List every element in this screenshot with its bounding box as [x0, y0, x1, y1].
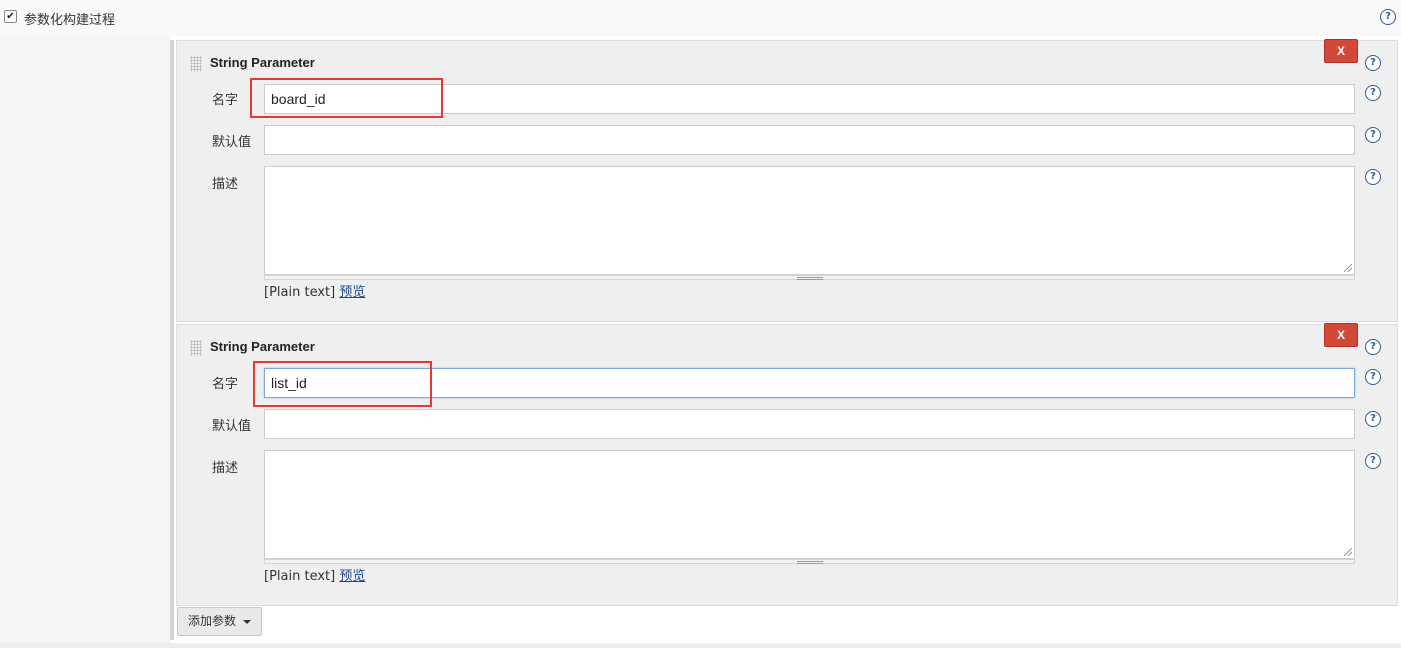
default-value-label: 默认值 — [212, 419, 252, 434]
parameterized-build-label: 参数化构建过程 — [24, 13, 116, 28]
help-icon[interactable]: ? — [1365, 85, 1381, 101]
preview-link[interactable]: 预览 — [339, 285, 365, 300]
resize-grip-icon[interactable] — [1344, 264, 1352, 272]
resize-grip-icon[interactable] — [1344, 548, 1352, 556]
section-divider — [170, 40, 174, 640]
delete-parameter-button[interactable]: X — [1324, 323, 1358, 347]
plain-text-label: [Plain text] — [264, 569, 336, 584]
description-textarea[interactable] — [264, 166, 1355, 275]
help-icon[interactable]: ? — [1365, 339, 1381, 355]
parameterized-build-checkbox[interactable]: ✔ — [4, 10, 17, 23]
default-value-label: 默认值 — [212, 135, 252, 150]
help-icon[interactable]: ? — [1365, 55, 1381, 71]
plain-text-label: [Plain text] — [264, 285, 336, 300]
caret-down-icon — [243, 620, 251, 624]
help-icon[interactable]: ? — [1365, 411, 1381, 427]
default-value-input[interactable] — [264, 125, 1355, 155]
description-label: 描述 — [212, 177, 239, 192]
help-icon[interactable]: ? — [1365, 453, 1381, 469]
drag-handle-icon[interactable] — [190, 56, 202, 72]
drag-handle-icon[interactable] — [190, 340, 202, 356]
help-icon[interactable]: ? — [1380, 9, 1396, 25]
add-parameter-label: 添加参数 — [188, 614, 237, 628]
help-icon[interactable]: ? — [1365, 127, 1381, 143]
parameter-type-title: String Parameter — [210, 339, 315, 354]
markup-format-note: [Plain text] 预览 — [264, 565, 365, 584]
markup-format-note: [Plain text] 预览 — [264, 281, 365, 300]
name-label: 名字 — [212, 377, 239, 392]
add-parameter-button[interactable]: 添加参数 — [177, 607, 262, 636]
textarea-resize-bar[interactable] — [264, 559, 1355, 564]
preview-link[interactable]: 预览 — [339, 569, 365, 584]
page-bottom-edge — [0, 643, 1401, 648]
textarea-resize-bar[interactable] — [264, 275, 1355, 280]
description-label: 描述 — [212, 461, 239, 476]
parameter-type-title: String Parameter — [210, 55, 315, 70]
highlight-annotation — [250, 78, 443, 118]
delete-parameter-button[interactable]: X — [1324, 39, 1358, 63]
left-indent-area — [0, 36, 170, 648]
default-value-input[interactable] — [264, 409, 1355, 439]
help-icon[interactable]: ? — [1365, 169, 1381, 185]
parameterized-build-row: ✔ 参数化构建过程 ? — [0, 0, 1401, 36]
description-textarea[interactable] — [264, 450, 1355, 559]
help-icon[interactable]: ? — [1365, 369, 1381, 385]
highlight-annotation — [253, 361, 432, 407]
name-label: 名字 — [212, 93, 239, 108]
